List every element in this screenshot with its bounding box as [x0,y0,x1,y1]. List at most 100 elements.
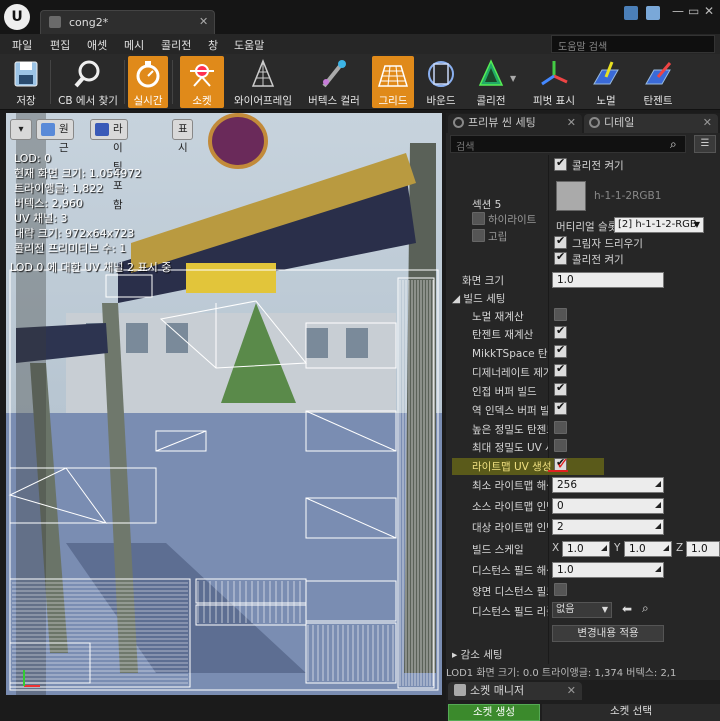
viewport[interactable]: ▾ 원근 라이팅포함 표시 LOD: 0 현재 화면 크기: 1.054972 … [6,113,442,695]
material-thumbnail[interactable] [556,181,586,211]
menu-help[interactable]: 도움말 [234,37,264,53]
dst-lightmap-index-field[interactable]: 2 [552,519,664,535]
build-scale-z-field[interactable]: 1.0 [686,541,720,557]
reversed-index-buffer-checkbox[interactable] [554,400,567,415]
build-scale-y-value: 1.0 [629,543,646,555]
collision-button[interactable]: 콜리전 [466,56,516,108]
perspective-label: 원근 [59,123,69,154]
realtime-label: 실시간 [133,95,163,107]
view-options-icon[interactable]: ☰ [694,135,716,153]
stat-lod: LOD: 0 [14,152,52,165]
collision-on-checkbox[interactable] [554,156,567,171]
socket-icon [190,64,214,87]
adjacency-buffer-checkbox[interactable] [554,381,567,396]
two-sided-df-checkbox[interactable] [554,583,567,596]
highlight-checkbox[interactable] [472,212,485,225]
notification-icon[interactable] [646,6,660,20]
isolate-checkbox[interactable] [472,229,485,242]
collision-dropdown-icon[interactable]: ▼ [510,74,516,83]
collision-on-label: 콜리전 켜기 [572,160,624,172]
screen-size-field[interactable]: 1.0 [552,272,664,288]
menu-asset[interactable]: 애셋 [87,37,107,53]
magnifier-icon [74,60,100,88]
menu-window[interactable]: 창 [208,37,218,53]
help-search-input[interactable]: 도움말 검색 [551,35,715,53]
stat-screen-size: 현재 화면 크기: 1.054972 [14,167,142,180]
vertex-color-button[interactable]: 버텍스 컬러 [302,56,366,108]
minimize-icon[interactable]: — [672,4,684,18]
grid-icon [377,65,409,87]
build-scale-y-field[interactable]: 1.0 [624,541,672,557]
bounds-button[interactable]: 바운드 [420,56,462,108]
src-lightmap-index-label: 소스 라이트맵 인덱스 [472,501,548,513]
save-button[interactable]: 저장 [4,56,48,108]
menu-mesh[interactable]: 메시 [124,37,144,53]
stat-vertices: 버텍스: 2,960 [14,197,84,210]
df-resolution-field[interactable]: 1.0 [552,562,664,578]
preview-scene-icon [453,117,464,128]
tab-details[interactable]: 디테일 ✕ [584,114,718,133]
use-selected-arrow-icon[interactable]: ⬅ [622,602,632,616]
normal-button[interactable]: 노멀 [586,56,626,108]
collision-icon [478,59,504,86]
collision-on-2-label: 콜리전 켜기 [572,254,624,266]
menu-collision[interactable]: 콜리전 [161,37,191,53]
menu-edit[interactable]: 편집 [50,37,70,53]
find-in-cb-button[interactable]: CB 에서 찾기 [54,56,122,108]
tab-socket-manager[interactable]: 소켓 매니저 ✕ [448,682,582,700]
src-lightmap-index-field[interactable]: 0 [552,498,664,514]
details-search-input[interactable]: 검색 [450,135,686,153]
socket-button[interactable]: 소켓 [180,56,224,108]
full-precision-uv-label: 최대 정밀도 UV 사용 [472,442,548,454]
dropdown-arrow-icon: ▼ [693,220,700,229]
search-icon[interactable]: ⌕ [670,137,684,151]
lighting-mode-button[interactable]: 라이팅포함 [90,119,128,211]
close-tab-icon[interactable]: ✕ [703,114,712,132]
reduction-settings-header[interactable]: ▸ 감소 세팅 [452,647,503,662]
build-scale-z-value: 1.0 [691,543,708,555]
socket-manager-label: 소켓 매니저 [470,684,525,697]
tangent-button[interactable]: 탄젠트 [634,56,682,108]
close-tab-icon[interactable]: ✕ [199,15,208,28]
recompute-normals-checkbox[interactable] [554,308,567,321]
pivot-button[interactable]: 피벗 표시 [526,56,582,108]
cast-shadow-checkbox[interactable] [554,234,567,249]
column-divider[interactable] [548,155,549,675]
apply-changes-button[interactable]: 변경내용 적용 [552,625,664,642]
collision-on-2-checkbox[interactable] [554,250,567,265]
close-tab-icon[interactable]: ✕ [567,114,576,132]
remove-degenerates-checkbox[interactable] [554,362,567,377]
close-tab-icon[interactable]: ✕ [567,682,576,699]
wireframe-button[interactable]: 와이어프레임 [228,56,298,108]
tab-preview-scene-settings[interactable]: 프리뷰 씬 세팅 ✕ [448,114,582,133]
df-replacement-dropdown[interactable]: 없음 ▼ [552,602,612,618]
grid-button[interactable]: 그리드 [372,56,414,108]
mikktspace-checkbox[interactable] [554,343,567,358]
perspective-button[interactable]: 원근 [36,119,74,154]
tab-preview-label: 프리뷰 씬 세팅 [468,116,536,129]
material-slot-dropdown[interactable]: [2] h-1-1-2-RGB ▼ [614,217,704,233]
material-slot-value: [2] h-1-1-2-RGB [618,219,697,230]
create-socket-button[interactable]: 소켓 생성 [448,704,540,721]
perspective-icon [41,123,55,136]
min-lightmap-res-label: 최소 라이트맵 해상도 [472,480,548,492]
recompute-tangents-checkbox[interactable] [554,324,567,339]
realtime-button[interactable]: 실시간 [128,56,168,108]
close-window-icon[interactable]: ✕ [704,4,714,18]
build-scale-x-field[interactable]: 1.0 [562,541,610,557]
stat-collision-primitives: 콜리전 프리미티브 수: 1 [14,242,127,255]
show-button[interactable]: 표시 [172,119,193,154]
menu-file[interactable]: 파일 [12,37,32,53]
vertex-color-icon [322,60,346,88]
high-precision-tangent-checkbox[interactable] [554,421,567,434]
document-tab[interactable]: cong2* ✕ [40,10,215,34]
tangent-icon [645,62,672,85]
full-precision-uv-checkbox[interactable] [554,439,567,452]
min-lightmap-res-field[interactable]: 256 [552,477,664,493]
build-settings-header[interactable]: ◢ 빌드 세팅 [452,291,505,306]
chat-icon[interactable] [624,6,638,20]
maximize-icon[interactable]: ▭ [688,4,699,18]
viewport-options-button[interactable]: ▾ [10,119,32,140]
browse-search-icon[interactable]: ⌕ [642,601,649,616]
wireframe-label: 와이어프레임 [234,95,292,107]
